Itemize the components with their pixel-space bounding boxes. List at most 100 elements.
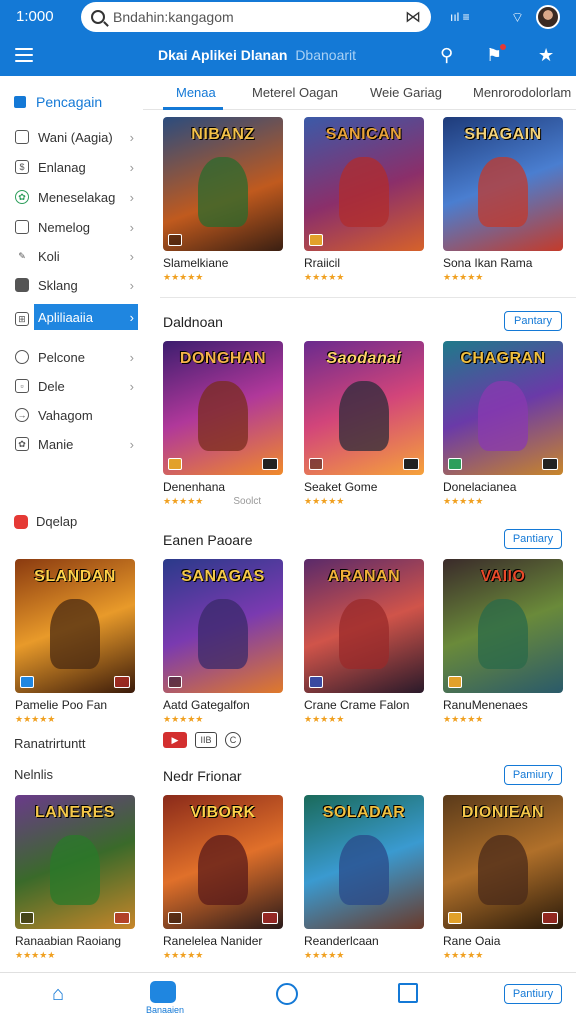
sidebar-extra-label: Dqelap	[36, 514, 78, 529]
tab-3[interactable]: Menrorodolorlam	[473, 85, 571, 100]
notification-icon[interactable]: ⚑	[486, 44, 507, 64]
sidebar-item-8[interactable]: ▫ Dele ›	[10, 373, 138, 399]
search-bar[interactable]: ⋈	[81, 2, 431, 32]
game-card[interactable]: SOLADAR Reanderlcaan ★★★★★	[304, 795, 424, 961]
game-card[interactable]: SANICAN Rraiicil ★★★★★	[304, 117, 424, 283]
sidebar-item-6[interactable]: Apliliaaiia ›	[34, 304, 138, 330]
signal-icon: ııl ≡	[450, 10, 470, 24]
sidebar-item-3[interactable]: Nemelog ›	[10, 214, 138, 240]
game-thumbnail: VIBORK	[163, 795, 283, 929]
hero-figure	[339, 381, 389, 451]
tab-0[interactable]: Menaa	[176, 85, 216, 100]
bottom-nav: ⌂ Banaaien Pantiury	[0, 972, 576, 1024]
menu-icon[interactable]	[15, 48, 33, 62]
game-card[interactable]: LANERES Ranaabian Raoiang ★★★★★	[15, 795, 135, 961]
store-badge-icon[interactable]: IIB	[195, 732, 217, 748]
chevron-right-icon: ›	[129, 349, 134, 365]
game-name: Crane Crame Falon	[304, 698, 410, 712]
sidebar-extra-text[interactable]: Nelnlis	[14, 767, 53, 782]
game-card[interactable]: NIBANZ Slamelkiane ★★★★★	[163, 117, 283, 283]
game-thumbnail: DONGHAN	[163, 341, 283, 475]
sidebar-item-9[interactable]: → Vahagom	[10, 402, 138, 428]
compass-icon[interactable]	[276, 983, 298, 1005]
bottom-nav-label: Banaaien	[146, 1005, 185, 1015]
copyright-badge-icon[interactable]: C	[225, 732, 241, 748]
game-title-art: VAIIO	[480, 568, 526, 585]
game-card[interactable]: VAIIO RanuMenenaes ★★★★★	[443, 559, 563, 725]
game-name: Denenhana	[163, 480, 226, 494]
tab-1[interactable]: Meterel Oagan	[252, 85, 338, 100]
hero-figure	[339, 835, 389, 905]
section-title: Nedr Frionar	[163, 768, 242, 784]
sidebar-heading[interactable]: Pencagain	[14, 94, 102, 110]
sidebar-item-4[interactable]: ✎ Koli ›	[10, 243, 138, 269]
circle-icon	[15, 350, 29, 364]
rating-stars: ★★★★★	[15, 714, 56, 724]
sidebar-item-10[interactable]: ✿ Manie ›	[10, 431, 138, 457]
game-card[interactable]: SHAGAIN Sona Ikan Rama ★★★★★	[443, 117, 563, 283]
game-thumbnail: SHAGAIN	[443, 117, 563, 251]
hero-figure	[198, 835, 248, 905]
box-icon[interactable]	[398, 983, 418, 1003]
game-title-art: NIBANZ	[191, 126, 255, 143]
bottom-more-button[interactable]: Pantiury	[504, 984, 562, 1004]
search-header-icon[interactable]: ⚲	[440, 46, 453, 64]
platform-icon	[448, 458, 462, 470]
game-title-art: DIONIEAN	[461, 804, 545, 821]
rating-stars: ★★★★★	[304, 714, 345, 724]
sidebar-item-7[interactable]: Pelcone ›	[10, 344, 138, 370]
rating-stars: ★★★★★	[443, 496, 484, 506]
chevron-right-icon: ›	[129, 189, 134, 205]
leaf-icon: ✿	[15, 190, 29, 204]
section-divider	[160, 297, 576, 298]
play-badge-icon[interactable]: ▶	[163, 732, 187, 748]
game-name: Reanderlcaan	[304, 934, 379, 948]
avatar[interactable]	[536, 5, 560, 29]
game-card[interactable]: SANAGAS Aatd Gategalfon ★★★★★	[163, 559, 283, 725]
game-name: Sona Ikan Rama	[443, 256, 533, 270]
rating-stars: ★★★★★	[304, 272, 345, 282]
game-card[interactable]: DONGHAN Denenhana ★★★★★ Soolct	[163, 341, 283, 507]
square-icon	[15, 130, 29, 144]
chevron-right-icon: ›	[129, 248, 134, 264]
sidebar-item-5[interactable]: Sklang ›	[10, 272, 138, 298]
close-icon[interactable]: ⋈	[405, 7, 421, 27]
game-title-art: LANERES	[35, 804, 115, 821]
hero-figure	[198, 599, 248, 669]
game-card[interactable]: CHAGRAN Donelacianea ★★★★★	[443, 341, 563, 507]
platform-icon	[448, 912, 462, 924]
game-title-art: SLANDAN	[34, 568, 116, 585]
game-title-art: SANICAN	[325, 126, 403, 143]
sidebar-extra-item[interactable]: Dqelap	[14, 514, 77, 529]
rating-stars: ★★★★★	[443, 714, 484, 724]
sidebar-item-0[interactable]: Wani (Aagia) ›	[10, 124, 138, 150]
section-more-button[interactable]: Pantiary	[504, 529, 562, 549]
sidebar-item-2[interactable]: ✿ Meneselakag ›	[10, 184, 138, 210]
rating-badge-icon	[542, 912, 558, 924]
sidebar-item-1[interactable]: $ Enlanag ›	[10, 154, 138, 180]
section-more-button[interactable]: Pantary	[504, 311, 562, 331]
game-name: Seaket Gome	[304, 480, 378, 494]
star-icon[interactable]: ★	[538, 46, 554, 64]
library-icon[interactable]	[150, 981, 176, 1003]
home-icon[interactable]: ⌂	[52, 983, 64, 1006]
sidebar-extra-text[interactable]: Ranatrirtuntt	[14, 736, 86, 751]
game-title-art: SANAGAS	[181, 568, 265, 585]
platform-icon	[168, 458, 182, 470]
game-card[interactable]: DIONIEAN Rane Oaia ★★★★★	[443, 795, 563, 961]
game-card[interactable]: SLANDAN Pamelie Poo Fan ★★★★★	[15, 559, 135, 725]
section-more-button[interactable]: Pamiury	[504, 765, 562, 785]
game-thumbnail: Saodanai	[304, 341, 424, 475]
dollar-icon: $	[15, 160, 29, 174]
game-name: Rraiicil	[304, 256, 340, 270]
game-card[interactable]: VIBORK Ranelelea Nanider ★★★★★	[163, 795, 283, 961]
game-card[interactable]: ARANAN Crane Crame Falon ★★★★★	[304, 559, 424, 725]
game-title-art: CHAGRAN	[460, 350, 546, 367]
hero-figure	[50, 835, 100, 905]
chevron-right-icon: ›	[129, 436, 134, 452]
search-icon	[91, 10, 105, 24]
game-card[interactable]: Saodanai Seaket Gome ★★★★★	[304, 341, 424, 507]
tab-2[interactable]: Weie Gariag	[370, 85, 442, 100]
search-input[interactable]	[113, 9, 405, 25]
platform-icon	[20, 676, 34, 688]
